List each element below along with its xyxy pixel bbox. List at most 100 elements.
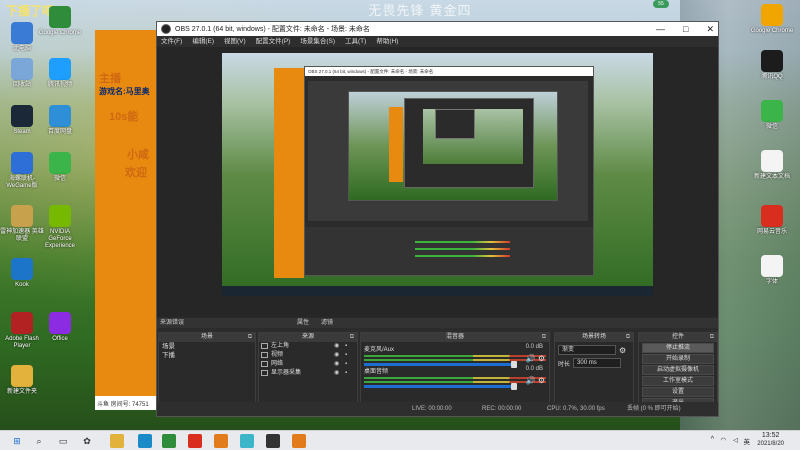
visibility-icon[interactable]: ◉	[334, 360, 339, 369]
minimize-icon[interactable]: —	[656, 22, 665, 36]
desktop-shortcut[interactable]: 腾讯视频	[38, 58, 82, 89]
desktop-shortcut[interactable]: 百度网盘	[38, 105, 82, 136]
desktop-shortcut-label: NVIDIA GeForce Experience	[44, 229, 76, 249]
lock-icon[interactable]: ▪	[345, 351, 347, 360]
lock-icon[interactable]: ▪	[345, 360, 347, 369]
edge-icon[interactable]	[138, 434, 152, 448]
netease-music-icon	[761, 205, 783, 227]
maximize-icon[interactable]: □	[683, 22, 688, 36]
undock-icon[interactable]: ⧉	[248, 333, 252, 342]
transition-type-select[interactable]: 渐变	[558, 345, 616, 355]
menu-view[interactable]: 视图(V)	[224, 36, 246, 47]
volume-slider[interactable]	[364, 383, 517, 390]
scene-item[interactable]: 场景	[159, 342, 255, 351]
desktop-shortcut[interactable]: 新建文本文档	[750, 150, 794, 181]
undock-icon[interactable]: ⧉	[710, 333, 714, 342]
desktop-shortcut-label: 新建文本文档	[753, 174, 790, 180]
source-error-label: 来源错误	[160, 320, 185, 326]
close-icon[interactable]: ✕	[706, 22, 714, 36]
cloud-drive-icon	[49, 105, 71, 127]
ime-label[interactable]: 英	[744, 436, 751, 446]
desktop-shortcut[interactable]: 网易云音乐	[750, 205, 794, 236]
desktop-shortcut[interactable]: 腾讯QQ	[750, 50, 794, 81]
clock[interactable]: 13:52 2021/8/20	[757, 432, 784, 448]
filters-button[interactable]: 滤镜	[321, 318, 333, 328]
desktop-shortcut-label: Google Chrome	[38, 30, 82, 36]
store-icon[interactable]	[214, 434, 228, 448]
menu-profile[interactable]: 配置文件(P)	[256, 36, 291, 47]
search-icon[interactable]: ⌕	[32, 434, 46, 448]
menu-edit[interactable]: 编辑(E)	[192, 36, 214, 47]
desktop-shortcut[interactable]: Google Chrome	[750, 4, 794, 35]
visibility-icon[interactable]: ◉	[334, 351, 339, 360]
menu-file[interactable]: 文件(F)	[161, 36, 182, 47]
volume-icon[interactable]: ◁	[733, 436, 738, 444]
source-item[interactable]: 左上角 ◉ ▪	[259, 342, 357, 351]
visibility-icon[interactable]: ◉	[334, 342, 339, 351]
desktop-shortcut[interactable]: 新建文件夹	[0, 365, 44, 396]
file-explorer-icon[interactable]	[110, 434, 124, 448]
desktop-shortcut[interactable]: Google Chrome	[38, 6, 82, 37]
nested-docks	[305, 227, 593, 275]
app-icon[interactable]	[292, 434, 306, 448]
netease-icon[interactable]	[188, 434, 202, 448]
chrome-icon[interactable]	[162, 434, 176, 448]
menu-help[interactable]: 帮助(H)	[376, 36, 398, 47]
obs-menubar: 文件(F) 编辑(E) 视图(V) 配置文件(P) 场景集合(S) 工具(T) …	[157, 36, 718, 47]
tray-chevron-icon[interactable]: ^	[711, 436, 714, 443]
undock-icon[interactable]: ⧉	[350, 333, 354, 342]
undock-icon[interactable]: ⧉	[542, 333, 546, 342]
speaker-gear-icon[interactable]: 🔊 ⚙	[526, 354, 545, 363]
volume-meter	[364, 377, 546, 379]
obs-titlebar[interactable]: OBS 27.0.1 (64 bit, windows) - 配置文件: 未命名…	[157, 22, 718, 36]
obs-icon[interactable]	[266, 434, 280, 448]
lock-icon[interactable]: ▪	[345, 342, 347, 351]
speaker-gear-icon[interactable]: 🔊 ⚙	[526, 376, 545, 385]
virtual-camera-button[interactable]: 启动虚拟摄像机	[642, 365, 714, 375]
tencent-video-icon	[49, 58, 71, 80]
clock-date: 2021/8/20	[757, 441, 784, 447]
nested-obs-title: OBS 27.0.1 (64 bit, windows) - 配置文件: 未命名…	[305, 67, 593, 76]
obs-statusbar: LIVE: 00:00:00 REC: 00:00:00 CPU: 0.7%, …	[157, 402, 718, 416]
dropped-frames: 丢帧 (0 % 即可开始)	[627, 406, 681, 412]
menu-tools[interactable]: 工具(T)	[345, 36, 366, 47]
desktop-shortcut[interactable]: Office	[38, 312, 82, 343]
scene-item[interactable]: 下播	[159, 351, 255, 360]
nested-mixer	[415, 241, 510, 257]
stop-streaming-button[interactable]: 停止推流	[642, 343, 714, 353]
windows-start-icon[interactable]: ⊞	[10, 434, 24, 448]
obs-window[interactable]: OBS 27.0.1 (64 bit, windows) - 配置文件: 未命名…	[156, 21, 719, 417]
nested-orange-panel	[274, 68, 304, 278]
widget-icon[interactable]: ✿	[80, 434, 94, 448]
start-recording-button[interactable]: 开始录制	[642, 354, 714, 364]
obs-preview[interactable]: OBS 27.0.1 (64 bit, windows) - 配置文件: 未命名…	[157, 47, 718, 317]
source-item[interactable]: 网络 ◉ ▪	[259, 360, 357, 369]
volume-meter	[364, 355, 546, 357]
studio-mode-button[interactable]: 工作室模式	[642, 376, 714, 386]
gear-icon[interactable]: ⚙	[619, 346, 626, 355]
lock-icon[interactable]: ▪	[345, 369, 347, 378]
faint-text: 主播	[99, 73, 121, 85]
desktop-shortcut[interactable]: 微信	[38, 152, 82, 183]
undock-icon[interactable]: ⧉	[626, 333, 630, 342]
properties-button[interactable]: 属性	[297, 318, 309, 328]
rec-time: REC: 00:00:00	[482, 406, 522, 412]
source-type-icon	[261, 361, 268, 367]
menu-scene-collection[interactable]: 场景集合(S)	[300, 36, 335, 47]
desktop-shortcut[interactable]: 字体	[750, 255, 794, 286]
visibility-icon[interactable]: ◉	[334, 369, 339, 378]
wechat-icon	[761, 100, 783, 122]
recursive-obs-window	[389, 98, 534, 188]
desktop-shortcut-label: 腾讯QQ	[761, 74, 783, 80]
source-item[interactable]: 显示器采集 ◉ ▪	[259, 369, 357, 378]
edge-browser-icon[interactable]	[240, 434, 254, 448]
task-view-icon[interactable]: ▭	[56, 434, 70, 448]
settings-button[interactable]: 设置	[642, 387, 714, 397]
desktop-shortcut[interactable]: 微信	[750, 100, 794, 131]
desktop-shortcut[interactable]: NVIDIA GeForce Experience	[38, 205, 82, 250]
source-item[interactable]: 视频 ◉ ▪	[259, 351, 357, 360]
network-icon[interactable]: ◠	[720, 436, 726, 444]
duration-input[interactable]: 300 ms	[573, 358, 622, 368]
desktop-shortcut[interactable]: Kook	[0, 258, 44, 289]
game-accelerator-icon	[11, 205, 33, 227]
